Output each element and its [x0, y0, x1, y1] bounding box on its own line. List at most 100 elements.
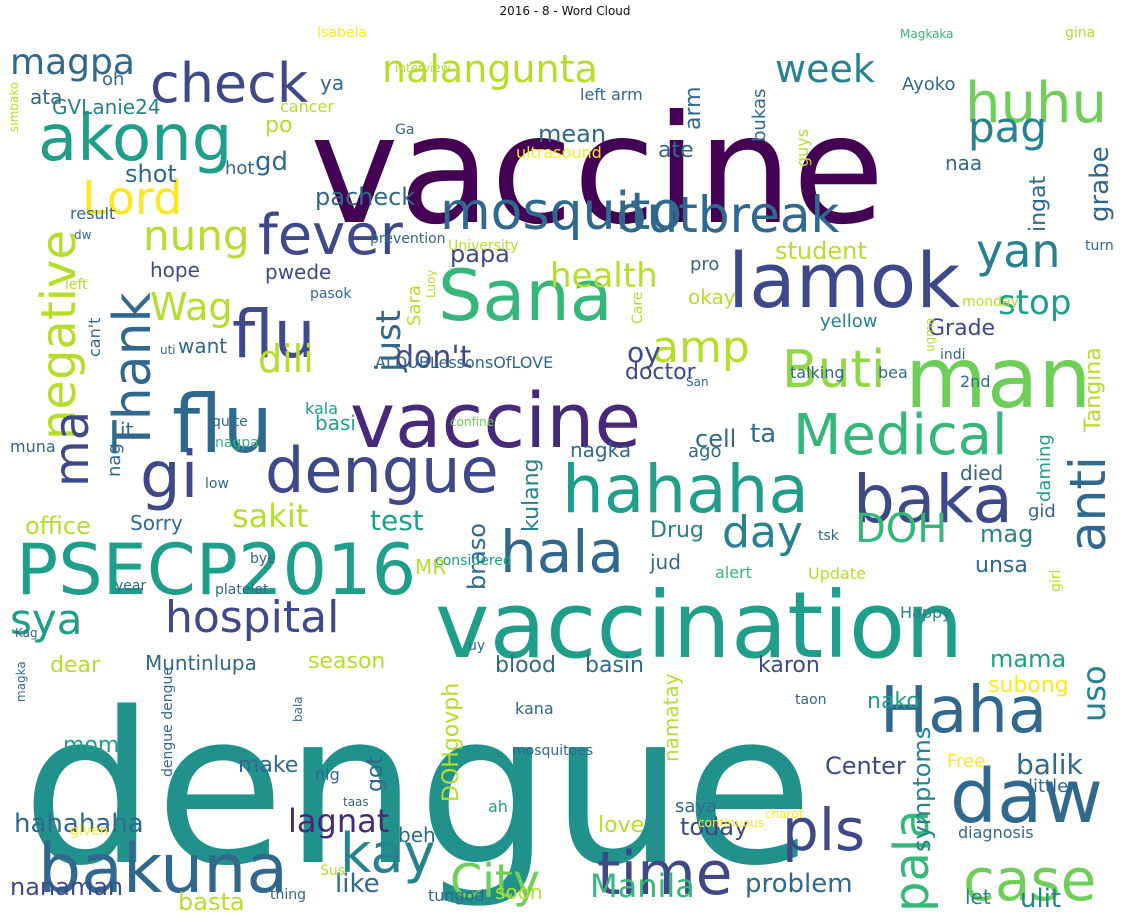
cloud-word: result — [70, 204, 115, 223]
cloud-word: can't — [85, 318, 104, 357]
cloud-word: magka — [14, 661, 28, 702]
cloud-word: hope — [150, 258, 200, 282]
cloud-word: blood — [495, 653, 556, 678]
cloud-word: pro — [690, 254, 719, 275]
cloud-word: dengue dengue — [160, 667, 176, 777]
cloud-word: nagpa — [215, 435, 259, 451]
cloud-word: uy — [468, 638, 485, 654]
cloud-word: ah — [488, 797, 508, 816]
cloud-word: kana — [515, 699, 554, 718]
cloud-word: Isabela — [317, 25, 367, 41]
cloud-word: dw — [74, 228, 92, 242]
cloud-word: indi — [940, 347, 966, 363]
cloud-word: symptoms — [908, 727, 936, 852]
cloud-word: Happy — [900, 603, 952, 622]
cloud-word: ate — [658, 138, 694, 163]
cloud-word: little — [1028, 776, 1068, 797]
cloud-word: mom — [63, 733, 119, 758]
cloud-word: Center — [825, 752, 906, 780]
cloud-word: left — [65, 277, 88, 293]
cloud-word: died — [960, 461, 1003, 485]
cloud-word: office — [25, 512, 91, 540]
cloud-word: gid — [1028, 501, 1056, 522]
cloud-word: week — [775, 47, 875, 91]
cloud-word: uti — [160, 343, 176, 357]
cloud-word: guys — [793, 129, 812, 167]
cloud-word: interview — [395, 61, 451, 75]
cloud-word: confine — [450, 415, 494, 429]
cloud-word: test — [370, 504, 424, 537]
cloud-word: nlg — [315, 765, 340, 784]
cloud-word: year — [115, 578, 146, 594]
cloud-word: health — [550, 256, 658, 296]
cloud-word: given — [70, 823, 109, 839]
cloud-word: mosquitoes — [512, 743, 593, 759]
cloud-word: unsa — [975, 553, 1028, 578]
cloud-word: left arm — [580, 85, 643, 104]
cloud-word: arm — [681, 86, 706, 130]
cloud-word: gina — [1065, 25, 1095, 41]
cloud-word: mama — [990, 645, 1066, 673]
cloud-word: saya — [675, 796, 717, 817]
cloud-word: beh — [398, 823, 436, 847]
cloud-word: turn — [1085, 238, 1114, 254]
cloud-word: daming — [1034, 434, 1055, 502]
cloud-word: subong — [988, 673, 1069, 698]
cloud-word: Ga — [395, 122, 414, 138]
cloud-word: ta — [750, 419, 776, 449]
cloud-word: 2nd — [960, 372, 990, 391]
cloud-word: charot — [765, 807, 804, 821]
cloud-word: hot — [225, 158, 254, 179]
cloud-word: jud — [649, 550, 681, 574]
cloud-word: shot — [125, 160, 177, 188]
cloud-word: ultrasound — [516, 143, 602, 162]
cloud-word: nanaman — [10, 873, 123, 901]
cloud-word: tungod — [428, 886, 485, 905]
cloud-word: thing — [270, 887, 306, 903]
cloud-word: kala — [305, 399, 338, 418]
cloud-word: Grade — [928, 316, 995, 341]
cloud-word: po — [265, 113, 292, 138]
cloud-word: day — [722, 507, 803, 558]
cloud-word: negative — [31, 230, 87, 440]
cloud-word: ALDUBLessonsOfLOVE — [375, 353, 553, 372]
cloud-word: pacheck — [315, 183, 415, 211]
cloud-word: bala — [291, 696, 305, 722]
cloud-word: Sus — [320, 863, 345, 879]
cloud-word: problem — [745, 869, 853, 899]
cloud-word: Tangina — [1081, 347, 1106, 433]
cloud-word: cancer — [280, 97, 334, 116]
cloud-word: basin — [585, 653, 644, 678]
cloud-word: Kag — [15, 626, 38, 640]
cloud-word: oh — [102, 69, 124, 90]
cloud-word: diagnosis — [958, 823, 1034, 842]
cloud-word: nagka — [570, 438, 631, 462]
cloud-word: taon — [795, 692, 827, 708]
cloud-word: nag — [104, 443, 125, 477]
cloud-word: GVLanie24 — [52, 95, 161, 119]
cloud-word: got — [363, 756, 388, 792]
cloud-word: Magkaka — [900, 27, 954, 41]
word-cloud: dengue vaccine vaccination PSECP2016 bakuna f… — [10, 22, 1120, 917]
cloud-word: make — [238, 753, 298, 778]
cloud-word: continuous — [698, 816, 764, 830]
cloud-word: nung — [143, 211, 250, 260]
cloud-word: taas — [343, 795, 369, 809]
cloud-word: Update — [808, 564, 866, 583]
cloud-word: girl — [1048, 570, 1064, 592]
cloud-word: Care — [630, 292, 646, 324]
cloud-word: hospital — [165, 592, 339, 643]
cloud-word: DOH — [855, 506, 947, 552]
cloud-word: DOHgovph — [439, 683, 464, 802]
chart-title: 2016 - 8 - Word Cloud — [499, 4, 631, 18]
word-cloud-canvas: denguevaccinevaccinationPSECP2016bakunaf… — [10, 25, 1117, 916]
cloud-word: San — [686, 375, 709, 389]
cloud-word: dear — [50, 653, 101, 678]
cloud-word: love — [598, 813, 644, 838]
cloud-word: monday — [962, 294, 1019, 310]
cloud-word: talking — [790, 363, 845, 382]
cloud-word: karon — [758, 653, 820, 678]
cloud-word: ingat — [1026, 175, 1051, 232]
cloud-word: muna — [10, 437, 56, 456]
cloud-word: Ayoko — [902, 74, 956, 95]
